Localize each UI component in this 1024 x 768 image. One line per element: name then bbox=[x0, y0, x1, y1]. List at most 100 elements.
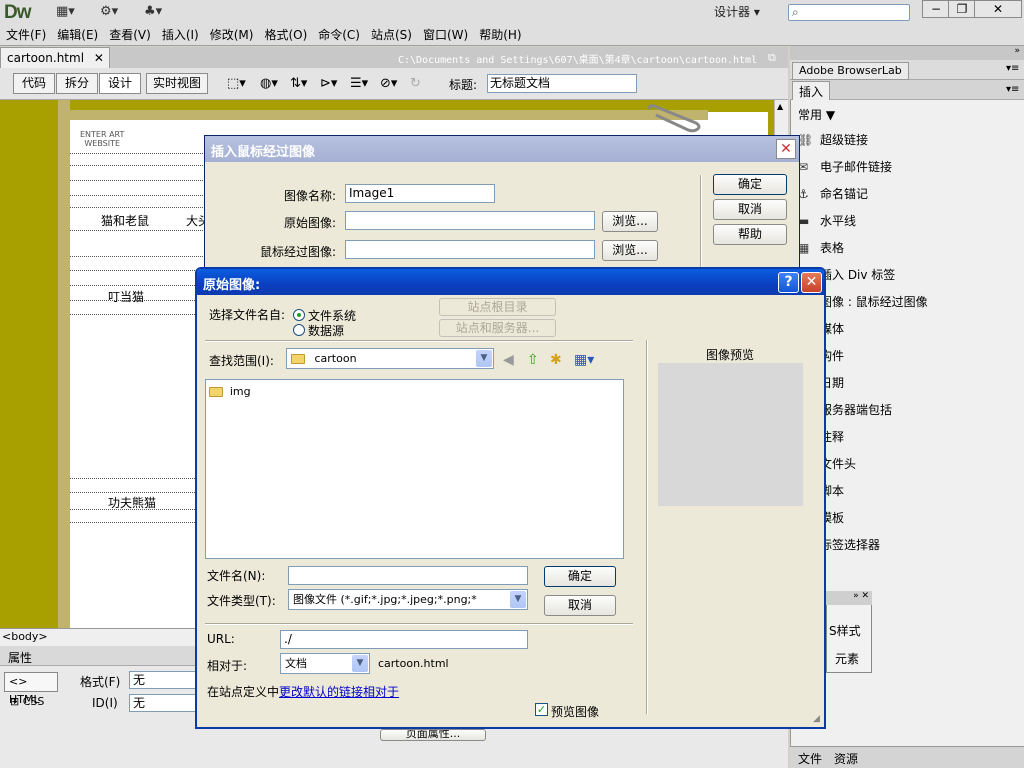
select-image-close-button[interactable]: ✕ bbox=[801, 272, 822, 293]
mini-panel-header[interactable]: » ✕ bbox=[826, 591, 872, 605]
chevron-down-icon[interactable]: ▼ bbox=[352, 655, 368, 672]
resize-grip-icon[interactable]: ◢ bbox=[813, 714, 820, 724]
file-list[interactable]: img bbox=[205, 379, 624, 559]
menu-edit[interactable]: 编辑(E) bbox=[57, 26, 109, 43]
insert-item[interactable]: ▦ 表格 bbox=[798, 234, 844, 261]
table-border bbox=[70, 478, 195, 479]
panel-menu-icon[interactable]: ▾≡ bbox=[1006, 63, 1019, 74]
menu-insert[interactable]: 插入(I) bbox=[162, 26, 210, 43]
insert-category-select[interactable]: 常用 ▼ bbox=[798, 106, 835, 123]
collapse-icon[interactable]: » bbox=[1014, 46, 1020, 56]
restore-doc-icon[interactable]: ⧉ bbox=[768, 51, 776, 65]
filename-input[interactable] bbox=[288, 566, 528, 585]
css-styles-tab[interactable]: S样式 bbox=[829, 622, 861, 639]
css-properties-button[interactable]: ⊞ CSS bbox=[10, 695, 44, 708]
workspace-switcher[interactable]: 设计器 ▾ bbox=[714, 3, 760, 20]
view-menu-icon[interactable]: ▦▾ bbox=[574, 352, 594, 368]
insert-tab[interactable]: 插入 bbox=[792, 81, 831, 100]
close-icon[interactable]: » ✕ bbox=[853, 591, 869, 601]
browserlab-tab[interactable]: Adobe BrowserLab bbox=[792, 62, 909, 80]
design-view-button[interactable]: 设计 bbox=[99, 73, 141, 94]
rollover-help-button[interactable]: 帮助 bbox=[713, 224, 787, 245]
back-icon[interactable]: ◀ bbox=[503, 352, 514, 368]
insert-item[interactable]: ⚓ 命名锚记 bbox=[798, 180, 868, 207]
filetype-select[interactable]: 图像文件 (*.gif;*.jpg;*.jpeg;*.png;* ▼ bbox=[288, 589, 528, 610]
assets-tab[interactable]: 资源 bbox=[834, 750, 858, 767]
page-properties-button[interactable]: 页面属性... bbox=[380, 729, 486, 741]
datasource-radio-label[interactable]: 数据源 bbox=[308, 322, 344, 339]
insert-item[interactable]: ✉ 电子邮件链接 bbox=[798, 153, 892, 180]
table-border bbox=[70, 314, 195, 315]
relative-to-select[interactable]: 文档 ▼ bbox=[280, 653, 370, 674]
live-view-button[interactable]: 实时视图 bbox=[146, 73, 208, 94]
canvas-cell-text[interactable]: 猫和老鼠 bbox=[101, 212, 149, 229]
list-item[interactable]: img bbox=[209, 384, 251, 398]
canvas-cell-text[interactable]: 功夫熊猫 bbox=[108, 494, 156, 511]
canvas-cell-text[interactable]: 叮当猫 bbox=[108, 288, 144, 305]
email-icon: ✉ bbox=[798, 159, 809, 174]
close-tab-icon[interactable]: ✕ bbox=[94, 51, 104, 65]
html-properties-button[interactable]: <> HTML bbox=[4, 672, 58, 706]
rollover-dialog-close-button[interactable]: ✕ bbox=[776, 139, 796, 159]
menu-help[interactable]: 帮助(H) bbox=[479, 26, 532, 43]
chevron-down-icon[interactable]: ▼ bbox=[476, 350, 492, 367]
insert-item[interactable]: ▬ 水平线 bbox=[798, 207, 856, 234]
menu-format[interactable]: 格式(O) bbox=[264, 26, 318, 43]
menu-file[interactable]: 文件(F) bbox=[6, 26, 57, 43]
menu-commands[interactable]: 命令(C) bbox=[318, 26, 371, 43]
image-name-input[interactable]: Image1 bbox=[345, 184, 495, 203]
help-button[interactable]: ? bbox=[778, 272, 799, 293]
url-input[interactable]: ./ bbox=[280, 630, 528, 649]
browse-rollover-button[interactable]: 浏览... bbox=[602, 240, 658, 261]
up-folder-icon[interactable]: ⇧ bbox=[527, 352, 539, 368]
split-view-button[interactable]: 拆分 bbox=[56, 73, 98, 94]
original-image-input[interactable] bbox=[345, 211, 595, 230]
layout-icon[interactable]: ▦▾ bbox=[56, 4, 75, 20]
check-page-icon[interactable]: ⊘▾ bbox=[380, 76, 397, 91]
rollover-ok-button[interactable]: 确定 bbox=[713, 174, 787, 195]
close-window-button[interactable]: ✕ bbox=[974, 0, 1022, 18]
panel-menu-icon[interactable]: ▾≡ bbox=[1006, 84, 1019, 95]
scroll-up-icon[interactable]: ▲ bbox=[777, 102, 783, 111]
maximize-button[interactable]: ❐ bbox=[948, 0, 976, 18]
code-view-button[interactable]: 代码 bbox=[13, 73, 55, 94]
globe-icon[interactable]: ◍▾ bbox=[260, 76, 278, 91]
menu-modify[interactable]: 修改(M) bbox=[210, 26, 265, 43]
refresh-icon[interactable]: ↻ bbox=[410, 76, 421, 91]
menu-window[interactable]: 窗口(W) bbox=[423, 26, 479, 43]
datasource-radio[interactable] bbox=[293, 324, 305, 336]
browse-original-button[interactable]: 浏览... bbox=[602, 211, 658, 232]
sites-servers-button[interactable]: 站点和服务器... bbox=[439, 319, 556, 337]
files-tab[interactable]: 文件 bbox=[798, 750, 822, 767]
preview-image-label[interactable]: 预览图像 bbox=[551, 703, 599, 720]
file-transfer-icon[interactable]: ⇅▾ bbox=[290, 76, 307, 91]
rollover-cancel-button[interactable]: 取消 bbox=[713, 199, 787, 220]
panel-collapse-bar[interactable]: » bbox=[790, 46, 1024, 60]
site-root-button[interactable]: 站点根目录 bbox=[439, 298, 556, 316]
site-manager-icon[interactable]: ♣▾ bbox=[144, 4, 162, 20]
file-ok-button[interactable]: 确定 bbox=[544, 566, 616, 587]
menu-site[interactable]: 站点(S) bbox=[371, 26, 423, 43]
preview-image-checkbox[interactable]: ✓ bbox=[535, 703, 548, 716]
visual-aids-icon[interactable]: ☰▾ bbox=[350, 76, 368, 91]
change-default-link[interactable]: 更改默认的链接相对于 bbox=[279, 685, 399, 699]
dreamweaver-logo: Dw bbox=[4, 2, 31, 23]
gear-icon[interactable]: ⚙▾ bbox=[100, 4, 118, 20]
browser-preview-icon[interactable]: ⊳▾ bbox=[320, 76, 337, 91]
id-select[interactable]: 无 bbox=[129, 694, 199, 712]
filesystem-radio[interactable] bbox=[293, 309, 305, 321]
rollover-image-input[interactable] bbox=[345, 240, 595, 259]
page-title-input[interactable]: 无标题文档 bbox=[487, 74, 637, 93]
minimize-button[interactable]: − bbox=[922, 0, 950, 18]
chevron-down-icon[interactable]: ▼ bbox=[510, 591, 526, 608]
help-search-input[interactable]: ⌕ bbox=[788, 4, 910, 21]
new-folder-icon[interactable]: ✱ bbox=[550, 352, 562, 368]
look-in-select[interactable]: cartoon ▼ bbox=[286, 348, 494, 369]
elements-tab[interactable]: 元素 bbox=[835, 650, 859, 667]
format-select[interactable]: 无 bbox=[129, 671, 199, 689]
file-cancel-button[interactable]: 取消 bbox=[544, 595, 616, 616]
document-tab[interactable]: cartoon.html ✕ bbox=[0, 47, 110, 68]
multiscreen-icon[interactable]: ⬚▾ bbox=[227, 76, 246, 91]
menu-view[interactable]: 查看(V) bbox=[109, 26, 162, 43]
insert-item[interactable]: ⛓ 超级链接 bbox=[798, 126, 868, 153]
